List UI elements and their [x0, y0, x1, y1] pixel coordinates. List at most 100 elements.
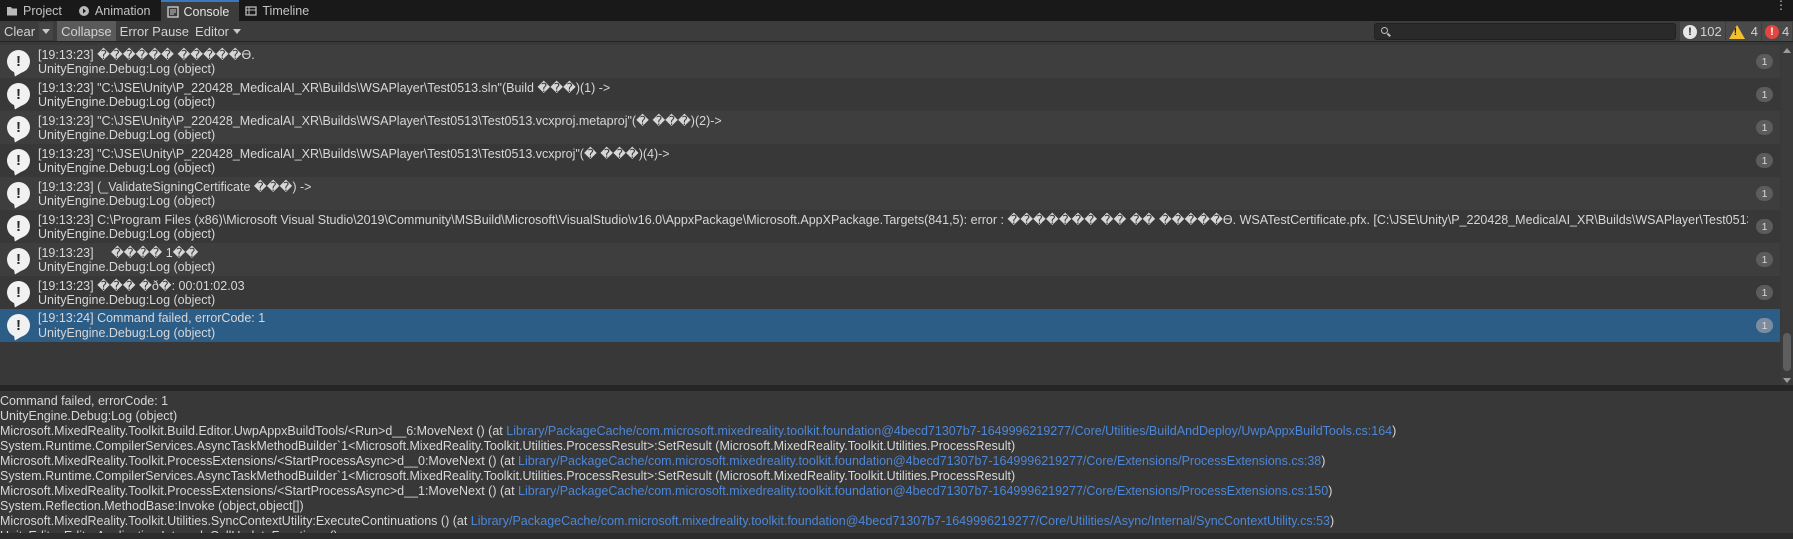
- collapse-count-badge: 1: [1756, 54, 1773, 69]
- stack-line: Microsoft.MixedReality.Toolkit.ProcessEx…: [0, 454, 1793, 469]
- info-icon: !: [7, 314, 30, 337]
- stack-text: Microsoft.MixedReality.Toolkit.ProcessEx…: [0, 454, 519, 468]
- tab-project[interactable]: Project: [0, 0, 72, 21]
- log-counters: ! 102 ! 4 ! 4: [1680, 22, 1793, 41]
- log-message: [19:13:23] "C:\JSE\Unity\P_220428_Medica…: [38, 114, 722, 128]
- source-link[interactable]: Library/PackageCache/com.microsoft.mixed…: [471, 514, 1330, 528]
- collapse-count-badge: 1: [1756, 252, 1773, 267]
- log-entry[interactable]: ! [19:13:23] "C:\JSE\Unity\P_220428_Medi…: [0, 111, 1780, 144]
- stack-text: System.Reflection.MethodBase:Invoke (obj…: [0, 499, 304, 513]
- scroll-down-arrow-icon[interactable]: [1783, 378, 1791, 383]
- more-options-icon[interactable]: ⋮: [1775, 0, 1787, 11]
- panel-bottom-edge: [0, 533, 1793, 539]
- info-icon: !: [1683, 24, 1697, 39]
- log-message: [19:13:23] ������ �����Ө.: [38, 48, 255, 62]
- tab-label: Animation: [94, 3, 151, 18]
- log-entry[interactable]: ! [19:13:23] ������ �����Ө. UnityEngine.…: [0, 45, 1780, 78]
- source-link[interactable]: Library/PackageCache/com.microsoft.mixed…: [506, 424, 1392, 438]
- stack-line: UnityEngine.Debug:Log (object): [0, 409, 1793, 424]
- log-entry[interactable]: ! [19:13:23] "C:\JSE\Unity\P_220428_Medi…: [0, 78, 1780, 111]
- info-icon: !: [7, 215, 30, 238]
- collapse-count-badge: 1: [1756, 153, 1773, 168]
- log-source: UnityEngine.Debug:Log (object): [38, 293, 216, 307]
- info-icon: !: [7, 50, 30, 73]
- log-source: UnityEngine.Debug:Log (object): [38, 227, 216, 241]
- info-icon: !: [7, 83, 30, 106]
- stack-line: System.Runtime.CompilerServices.AsyncTas…: [0, 439, 1793, 454]
- collapse-count-badge: 1: [1756, 87, 1773, 102]
- source-link[interactable]: Library/PackageCache/com.microsoft.mixed…: [518, 484, 1328, 498]
- animation-icon: [78, 5, 90, 17]
- log-source: UnityEngine.Debug:Log (object): [38, 260, 216, 274]
- log-entry[interactable]: ! [19:13:23] ��� �ð�: 00:01:02.03 UnityE…: [0, 276, 1780, 309]
- log-source: UnityEngine.Debug:Log (object): [38, 62, 216, 76]
- warning-count-toggle[interactable]: ! 4: [1725, 22, 1761, 41]
- editor-dropdown-label: Editor: [195, 23, 230, 39]
- error-count-toggle[interactable]: ! 4: [1761, 22, 1793, 41]
- log-entry[interactable]: ! [19:13:23] "C:\JSE\Unity\P_220428_Medi…: [0, 144, 1780, 177]
- info-count: 102: [1700, 24, 1722, 39]
- stack-text: ): [1392, 424, 1397, 438]
- log-message: [19:13:23] "C:\JSE\Unity\P_220428_Medica…: [38, 81, 611, 95]
- stack-text: Microsoft.MixedReality.Toolkit.Build.Edi…: [0, 424, 507, 438]
- log-entry-selected[interactable]: ! [19:13:24] Command failed, errorCode: …: [0, 309, 1780, 342]
- log-message: [19:13:23] ��� �ð�: 00:01:02.03: [38, 279, 245, 293]
- info-icon: !: [7, 149, 30, 172]
- stack-text: Microsoft.MixedReality.Toolkit.ProcessEx…: [0, 484, 519, 498]
- chevron-down-icon: [233, 28, 242, 34]
- log-list: ! [19:13:23] ������ �����Ө. UnityEngine.…: [0, 45, 1780, 385]
- stack-text: ): [1321, 454, 1326, 468]
- tab-animation[interactable]: Animation: [72, 0, 161, 21]
- tab-label: Project: [23, 3, 62, 18]
- console-icon: [166, 5, 179, 18]
- log-source: UnityEngine.Debug:Log (object): [38, 95, 216, 109]
- tab-label: Console: [183, 4, 230, 19]
- log-message: [19:13:24] Command failed, errorCode: 1: [38, 311, 266, 325]
- log-source: UnityEngine.Debug:Log (object): [38, 194, 216, 208]
- error-pause-toggle[interactable]: Error Pause: [116, 21, 193, 41]
- search-icon: [1381, 27, 1388, 34]
- collapse-count-badge: 1: [1756, 186, 1773, 201]
- info-icon: !: [7, 248, 30, 271]
- source-link[interactable]: Library/PackageCache/com.microsoft.mixed…: [518, 454, 1321, 468]
- tab-timeline[interactable]: Timeline: [239, 0, 319, 21]
- error-count: 4: [1781, 24, 1790, 39]
- info-count-toggle[interactable]: ! 102: [1680, 22, 1725, 41]
- console-toolbar: Clear Collapse Error Pause Editor ! 102 …: [0, 21, 1793, 42]
- log-source: UnityEngine.Debug:Log (object): [38, 326, 216, 340]
- info-icon: !: [7, 281, 30, 304]
- collapse-count-badge: 1: [1756, 318, 1773, 333]
- log-entry[interactable]: ! [19:13:23] ���� 1�� UnityEngine.Debug:…: [0, 243, 1780, 276]
- log-source: UnityEngine.Debug:Log (object): [38, 161, 216, 175]
- stack-line: Microsoft.MixedReality.Toolkit.Utilities…: [0, 514, 1793, 529]
- collapse-toggle[interactable]: Collapse: [57, 21, 116, 41]
- stack-text: UnityEngine.Debug:Log (object): [0, 409, 178, 423]
- tab-console[interactable]: Console: [160, 0, 240, 21]
- collapse-count-badge: 1: [1756, 285, 1773, 300]
- log-entry[interactable]: ! [19:13:23] (_ValidateSigningCertificat…: [0, 177, 1780, 210]
- scrollbar-thumb[interactable]: [1783, 333, 1791, 371]
- folder-icon: [6, 5, 18, 17]
- log-list-scrollbar[interactable]: [1781, 45, 1793, 385]
- stack-line: System.Reflection.MethodBase:Invoke (obj…: [0, 499, 1793, 514]
- collapse-count-badge: 1: [1756, 120, 1773, 135]
- stack-text: System.Runtime.CompilerServices.AsyncTas…: [0, 439, 1016, 453]
- clear-button[interactable]: Clear: [0, 21, 39, 41]
- editor-dropdown[interactable]: Editor: [193, 21, 245, 41]
- stack-text: Microsoft.MixedReality.Toolkit.Utilities…: [0, 514, 471, 528]
- stack-text: Command failed, errorCode: 1: [0, 394, 169, 408]
- scroll-up-arrow-icon[interactable]: [1783, 48, 1791, 53]
- log-message: [19:13:23] (_ValidateSigningCertificate …: [38, 180, 312, 194]
- log-message: [19:13:23] ���� 1��: [38, 246, 199, 260]
- stack-text: ): [1328, 484, 1333, 498]
- log-entry[interactable]: ! [19:13:23] C:\Program Files (x86)\Micr…: [0, 210, 1780, 243]
- stack-line: Microsoft.MixedReality.Toolkit.Build.Edi…: [0, 424, 1793, 439]
- error-icon: !: [1764, 24, 1779, 39]
- stack-line: System.Runtime.CompilerServices.AsyncTas…: [0, 469, 1793, 484]
- stack-trace-panel: Command failed, errorCode: 1 UnityEngine…: [0, 391, 1793, 539]
- clear-options-dropdown[interactable]: [39, 22, 54, 40]
- search-input[interactable]: [1374, 23, 1676, 40]
- window-tab-bar: Project Animation Console Timeline ⋮: [0, 0, 1793, 21]
- log-source: UnityEngine.Debug:Log (object): [38, 128, 216, 142]
- stack-line: Microsoft.MixedReality.Toolkit.ProcessEx…: [0, 484, 1793, 499]
